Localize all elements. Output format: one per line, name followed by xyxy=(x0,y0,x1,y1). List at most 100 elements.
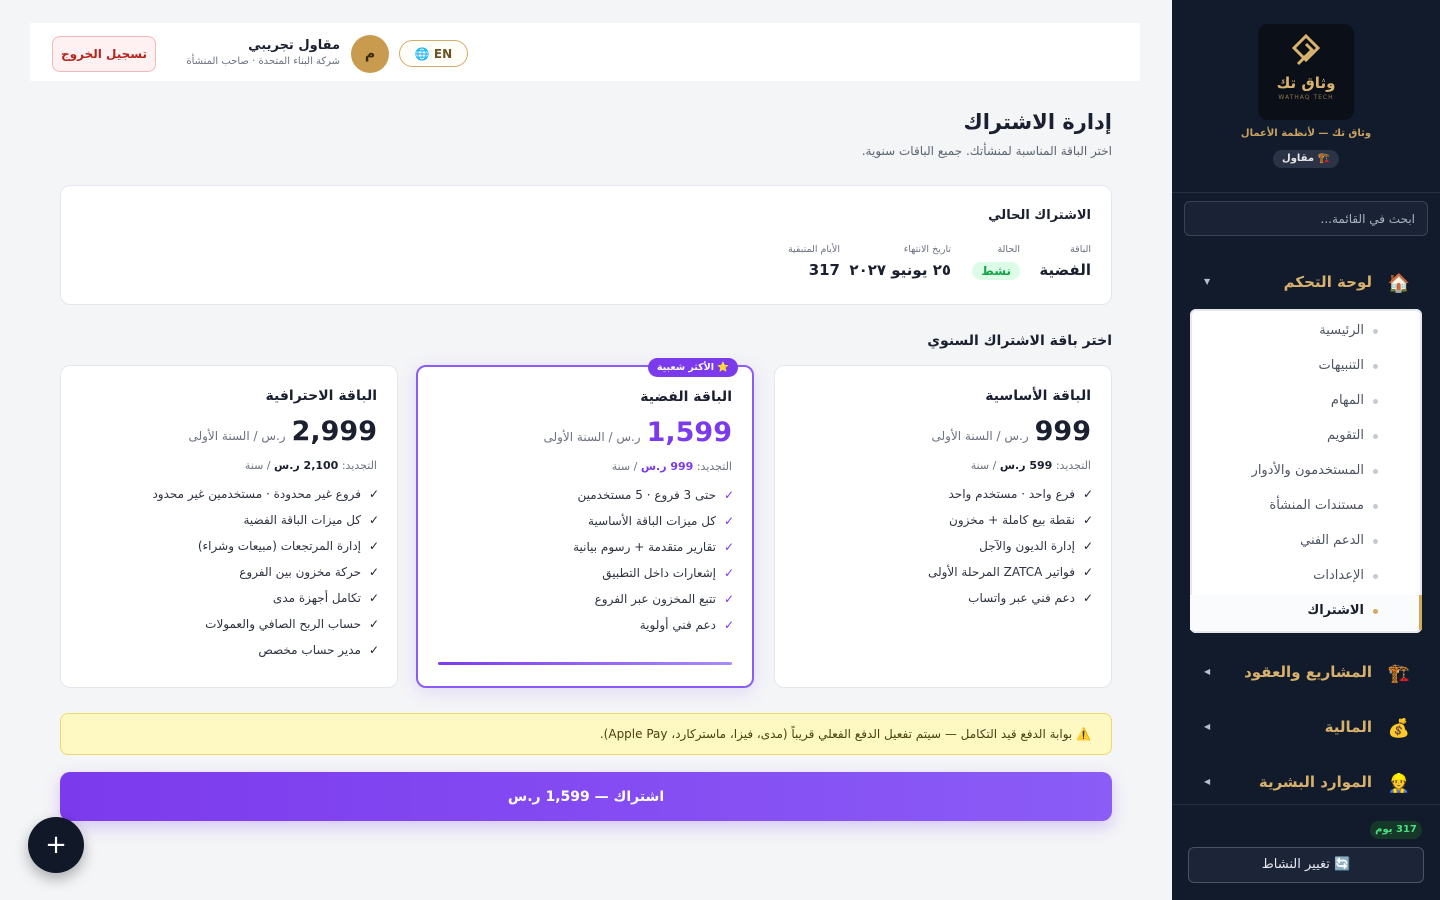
sidebar-item-label: الإعدادات xyxy=(1313,568,1364,583)
payment-notice: ⚠️ بوابة الدفع قيد التكامل — سيتم تفعيل … xyxy=(60,713,1112,755)
sidebar-item-calendar[interactable]: التقويم xyxy=(1190,420,1422,455)
feature-item: ✓حتى 3 فروع · 5 مستخدمين xyxy=(577,488,734,502)
logo-mark-icon xyxy=(1291,34,1321,66)
bullet-icon xyxy=(1373,539,1378,544)
sidebar-item-settings[interactable]: الإعدادات xyxy=(1190,560,1422,595)
sidebar-group-hr[interactable]: 👷 الموارد البشرية ◀ xyxy=(1172,763,1440,803)
top-bar: تسجيل الخروج مقاول تجريبي شركة البناء ال… xyxy=(30,23,1140,81)
renewal-label: التجديد: xyxy=(1055,459,1091,472)
sidebar-group-finance[interactable]: 💰 المالية ◀ xyxy=(1172,708,1440,748)
renewal-info: التجديد: 2,100 ر.س / سنة xyxy=(245,459,377,472)
check-icon: ✓ xyxy=(1082,539,1093,553)
plan-name: الباقة الاحترافية xyxy=(265,388,377,404)
sidebar-item-label: الدعم الفني xyxy=(1300,533,1364,548)
plan-price: 2,999 ر.س / السنة الأولى xyxy=(188,416,377,447)
feature-item: ✓تقارير متقدمة + رسوم بيانية xyxy=(573,540,734,554)
brand-block: وثاق تك WATHAQ TECH وثاق تك — لأنظمة الأ… xyxy=(1172,0,1440,193)
chevron-left-icon: ◀ xyxy=(1204,722,1211,731)
check-icon: ✓ xyxy=(723,540,734,554)
sidebar-item-label: الاشتراك xyxy=(1307,603,1364,618)
page-title: إدارة الاشتراك xyxy=(963,110,1112,134)
price-value: 999 xyxy=(1034,416,1091,447)
current-plan-field: الباقة الفضية xyxy=(1039,244,1091,279)
sidebar-item-documents[interactable]: مستندات المنشأة xyxy=(1190,490,1422,525)
sidebar-item-support[interactable]: الدعم الفني xyxy=(1190,525,1422,560)
check-icon: ✓ xyxy=(723,618,734,632)
logo[interactable]: وثاق تك WATHAQ TECH xyxy=(1258,24,1354,120)
sidebar-footer: 317 يوم 🔄 تغيير النشاط xyxy=(1172,804,1440,900)
sidebar-submenu: الرئيسية التنبيهات المهام التقويم المستخ… xyxy=(1190,309,1422,633)
feature-item: ✓حساب الربح الصافي والعمولات xyxy=(205,617,379,631)
sidebar-search-input[interactable] xyxy=(1184,201,1428,236)
check-icon: ✓ xyxy=(723,566,734,580)
chevron-left-icon: ◀ xyxy=(1204,667,1211,676)
renewal-label: التجديد: xyxy=(341,459,377,472)
renewal-value: 599 ر.س xyxy=(999,459,1053,472)
home-icon: 🏠 xyxy=(1387,273,1410,294)
sidebar-group-label: المشاريع والعقود xyxy=(1244,663,1372,681)
price-unit: ر.س / السنة الأولى xyxy=(931,429,1029,443)
worker-icon: 👷 xyxy=(1387,773,1410,794)
check-icon: ✓ xyxy=(1082,591,1093,605)
feature-item: ✓دعم فني عبر واتساب xyxy=(968,591,1093,605)
sidebar-item-alerts[interactable]: التنبيهات xyxy=(1190,350,1422,385)
chevron-down-icon: ▼ xyxy=(1204,277,1211,286)
expiry-value: ٢٥ يونيو ٢٠٢٧ xyxy=(849,261,951,279)
bullet-icon xyxy=(1373,329,1378,334)
feature-item: ✓مدير حساب مخصص xyxy=(258,643,379,657)
subscribe-button[interactable]: اشتراك — 1,599 ر.س xyxy=(60,772,1112,821)
switch-activity-button[interactable]: 🔄 تغيير النشاط xyxy=(1188,847,1424,883)
sidebar-item-users-roles[interactable]: المستخدمون والأدوار xyxy=(1190,455,1422,490)
renewal-value: 2,100 ر.س xyxy=(274,459,339,472)
current-subscription-card: الاشتراك الحالي الباقة الفضية الحالة نشط… xyxy=(60,185,1112,305)
logo-subtext: WATHAQ TECH xyxy=(1278,94,1334,101)
check-icon: ✓ xyxy=(1082,487,1093,501)
page-subtitle: اختر الباقة المناسبة لمنشأتك. جميع الباق… xyxy=(861,144,1112,158)
sidebar-group-label: لوحة التحكم xyxy=(1283,273,1372,291)
days-remaining-value: 317 xyxy=(808,261,840,279)
sidebar-item-label: المستخدمون والأدوار xyxy=(1251,463,1364,478)
money-bag-icon: 💰 xyxy=(1387,718,1410,739)
price-unit: ر.س / السنة الأولى xyxy=(188,429,286,443)
price-unit: ر.س / السنة الأولى xyxy=(543,430,641,444)
crane-icon: 🏗️ xyxy=(1387,663,1410,684)
sidebar-group-projects[interactable]: 🏗️ المشاريع والعقود ◀ xyxy=(1172,653,1440,693)
feature-item: ✓فروع غير محدودة · مستخدمين غير محدود xyxy=(152,487,379,501)
avatar[interactable]: م xyxy=(351,35,389,73)
field-label: الحالة xyxy=(997,244,1020,255)
sidebar-item-label: الرئيسية xyxy=(1319,323,1364,338)
add-fab-button[interactable]: + xyxy=(28,817,84,873)
logout-button[interactable]: تسجيل الخروج xyxy=(52,36,156,72)
plan-price: 999 ر.س / السنة الأولى xyxy=(932,416,1092,447)
plan-card-pro[interactable]: الباقة الاحترافية 2,999 ر.س / السنة الأول… xyxy=(60,365,398,688)
feature-item: ✓فواتير ZATCA المرحلة الأولى xyxy=(927,565,1093,579)
brand-tagline: وثاق تك — لأنظمة الأعمال xyxy=(1240,128,1372,139)
plan-card-basic[interactable]: الباقة الأساسية 999 ر.س / السنة الأولى ال… xyxy=(774,365,1112,688)
language-toggle-button[interactable]: 🌐 EN xyxy=(399,40,468,67)
sidebar-item-label: التقويم xyxy=(1326,428,1364,443)
sidebar-item-tasks[interactable]: المهام xyxy=(1190,385,1422,420)
sidebar-group-label: المالية xyxy=(1324,718,1372,736)
sidebar-item-subscription[interactable]: الاشتراك xyxy=(1190,595,1422,630)
field-label: الأيام المتبقية xyxy=(787,244,840,255)
role-badge: 🏗️ مقاول xyxy=(1273,150,1339,168)
plan-price: 1,599 ر.س / السنة الأولى xyxy=(543,417,732,448)
plan-card-silver[interactable]: ⭐ الأكثر شعبية الباقة الفضية 1,599 ر.س / … xyxy=(416,358,754,688)
bullet-icon xyxy=(1373,504,1378,509)
sidebar-item-home[interactable]: الرئيسية xyxy=(1190,315,1422,350)
days-left-badge: 317 يوم xyxy=(1370,821,1422,839)
check-icon: ✓ xyxy=(723,488,734,502)
bullet-icon xyxy=(1373,469,1378,474)
sidebar: وثاق تك WATHAQ TECH وثاق تك — لأنظمة الأ… xyxy=(1172,0,1440,900)
feature-item: ✓إدارة المرتجعات (مبيعات وشراء) xyxy=(197,539,379,553)
sidebar-item-label: التنبيهات xyxy=(1318,358,1364,373)
sidebar-group-dashboard[interactable]: 🏠 لوحة التحكم ▼ xyxy=(1172,263,1440,303)
feature-item: ✓كل ميزات الباقة الأساسية xyxy=(588,514,734,528)
price-value: 1,599 xyxy=(646,417,732,448)
feature-item: ✓فرع واحد · مستخدم واحد xyxy=(948,487,1093,501)
expiry-field: تاريخ الانتهاء ٢٥ يونيو ٢٠٢٧ xyxy=(849,244,951,279)
renewal-info: التجديد: 999 ر.س / سنة xyxy=(612,460,732,473)
plan-name: الباقة الأساسية xyxy=(985,388,1091,404)
check-icon: ✓ xyxy=(368,513,379,527)
feature-item: ✓تتبع المخزون عبر الفروع xyxy=(594,592,734,606)
